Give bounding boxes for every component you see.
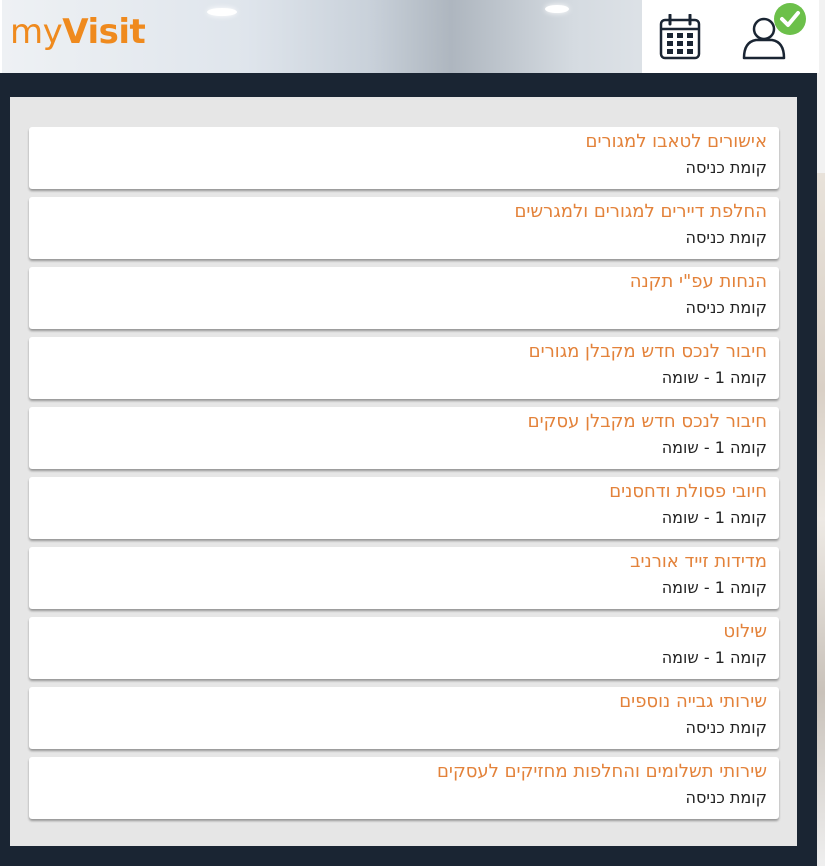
ceiling-light	[545, 5, 569, 13]
app-header: myVisit	[0, 0, 819, 73]
service-title: שירותי גבייה נוספים	[619, 691, 767, 712]
service-item[interactable]: שירותי גבייה נוספים קומת כניסה	[29, 687, 779, 749]
service-item[interactable]: חיבור לנכס חדש מקבלן מגורים קומה 1 - שומ…	[29, 337, 779, 399]
service-title: החלפת דיירים למגורים ולמגרשים	[514, 201, 767, 222]
app-logo[interactable]: myVisit	[10, 12, 146, 52]
service-title: חיובי פסולת ודחסנים	[609, 481, 767, 502]
service-floor: קומה 1 - שומה	[661, 578, 767, 597]
service-item[interactable]: הנחות עפ"י תקנה קומת כניסה	[29, 267, 779, 329]
background-strip	[817, 0, 825, 866]
service-item[interactable]: שירותי תשלומים והחלפות מחזיקים לעסקים קו…	[29, 757, 779, 819]
logo-suffix: Visit	[62, 12, 146, 52]
services-list: אישורים לטאבו למגורים קומת כניסה החלפת ד…	[29, 127, 779, 827]
service-item[interactable]: מדידות זייד אורניב קומה 1 - שומה	[29, 547, 779, 609]
service-title: חיבור לנכס חדש מקבלן מגורים	[528, 341, 767, 362]
service-item[interactable]: החלפת דיירים למגורים ולמגרשים קומת כניסה	[29, 197, 779, 259]
service-title: מדידות זייד אורניב	[630, 551, 767, 572]
service-floor: קומת כניסה	[685, 158, 767, 177]
ceiling-light	[207, 8, 237, 16]
service-item[interactable]: חיובי פסולת ודחסנים קומה 1 - שומה	[29, 477, 779, 539]
service-floor: קומת כניסה	[685, 228, 767, 247]
calendar-icon[interactable]	[659, 13, 701, 60]
service-item[interactable]: שילוט קומה 1 - שומה	[29, 617, 779, 679]
logo-prefix: my	[10, 12, 63, 52]
service-floor: קומת כניסה	[685, 298, 767, 317]
service-title: חיבור לנכס חדש מקבלן עסקים	[527, 411, 767, 432]
service-floor: קומה 1 - שומה	[661, 368, 767, 387]
service-item[interactable]: אישורים לטאבו למגורים קומת כניסה	[29, 127, 779, 189]
service-floor: קומת כניסה	[685, 788, 767, 807]
service-title: שילוט	[723, 621, 767, 642]
service-title: הנחות עפ"י תקנה	[629, 271, 767, 292]
service-floor: קומה 1 - שומה	[661, 508, 767, 527]
service-floor: קומה 1 - שומה	[661, 648, 767, 667]
service-floor: קומה 1 - שומה	[661, 438, 767, 457]
service-floor: קומת כניסה	[685, 718, 767, 737]
service-title: אישורים לטאבו למגורים	[585, 131, 767, 152]
service-item[interactable]: חיבור לנכס חדש מקבלן עסקים קומה 1 - שומה	[29, 407, 779, 469]
user-check-icon[interactable]	[740, 2, 810, 62]
service-title: שירותי תשלומים והחלפות מחזיקים לעסקים	[436, 761, 767, 782]
services-panel: אישורים לטאבו למגורים קומת כניסה החלפת ד…	[10, 97, 797, 846]
